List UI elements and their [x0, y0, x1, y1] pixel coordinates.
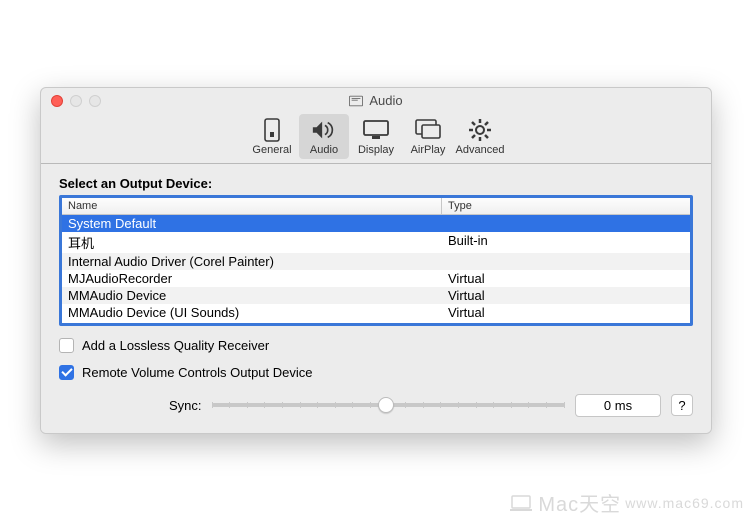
slider-knob[interactable] — [378, 397, 394, 413]
cell-name: MMAudio Device — [68, 288, 448, 303]
audio-icon — [311, 118, 337, 142]
device-table[interactable]: Name Type System Default 耳机 Built-in Int… — [59, 195, 693, 326]
toolbar-label: Display — [358, 144, 394, 156]
table-row[interactable]: 耳机 Built-in — [62, 232, 690, 253]
sync-value-field[interactable]: 0 ms — [575, 394, 661, 417]
traffic-lights — [51, 95, 101, 107]
watermark: Mac天空 www.mac69.com — [510, 488, 744, 517]
cell-type: Built-in — [448, 233, 684, 252]
window-title: Audio — [369, 93, 402, 108]
remote-volume-label: Remote Volume Controls Output Device — [82, 365, 313, 380]
cell-type — [448, 254, 684, 269]
display-icon — [363, 118, 389, 142]
section-label: Select an Output Device: — [59, 176, 693, 191]
toolbar: General Audio Display AirPlay Advanced — [41, 112, 711, 164]
cell-name: MJAudioRecorder — [68, 271, 448, 286]
column-header-name[interactable]: Name — [62, 198, 442, 214]
cell-type: Virtual — [448, 288, 684, 303]
cell-type: Virtual — [448, 271, 684, 286]
lossless-checkbox-row: Add a Lossless Quality Receiver — [59, 338, 693, 353]
table-row[interactable]: MJAudioRecorder Virtual — [62, 270, 690, 287]
preferences-window: Audio General Audio Display AirPlay — [40, 87, 712, 434]
table-row[interactable]: System Default — [62, 215, 690, 232]
cell-name: Internal Audio Driver (Corel Painter) — [68, 254, 448, 269]
sync-label: Sync: — [169, 398, 202, 413]
watermark-sub: www.mac69.com — [625, 495, 744, 511]
sync-row: Sync: 0 ms ? — [59, 394, 693, 417]
cell-type — [448, 216, 684, 231]
lossless-checkbox[interactable] — [59, 338, 74, 353]
airplay-icon — [415, 118, 441, 142]
table-row[interactable]: MMAudio Device (UI Sounds) Virtual — [62, 304, 690, 321]
window-proxy-icon — [349, 95, 363, 107]
remote-volume-checkbox[interactable] — [59, 365, 74, 380]
toolbar-label: Advanced — [456, 144, 505, 156]
toolbar-tab-audio[interactable]: Audio — [299, 114, 349, 159]
minimize-button[interactable] — [70, 95, 82, 107]
watermark-text: Mac天空 — [538, 488, 621, 517]
help-button[interactable]: ? — [671, 394, 693, 416]
table-row[interactable]: Internal Audio Driver (Corel Painter) — [62, 253, 690, 270]
zoom-button[interactable] — [89, 95, 101, 107]
cell-type: Virtual — [448, 305, 684, 320]
remote-checkbox-row: Remote Volume Controls Output Device — [59, 365, 693, 380]
toolbar-label: General — [252, 144, 291, 156]
table-header: Name Type — [62, 198, 690, 215]
cell-name: MMAudio Device (UI Sounds) — [68, 305, 448, 320]
lossless-label: Add a Lossless Quality Receiver — [82, 338, 269, 353]
toolbar-tab-general[interactable]: General — [247, 114, 297, 159]
column-header-type[interactable]: Type — [442, 198, 690, 214]
close-button[interactable] — [51, 95, 63, 107]
table-row[interactable]: MMAudio Device Virtual — [62, 287, 690, 304]
gear-icon — [467, 118, 493, 142]
toolbar-tab-advanced[interactable]: Advanced — [455, 114, 505, 159]
content-pane: Select an Output Device: Name Type Syste… — [41, 164, 711, 433]
toolbar-tab-airplay[interactable]: AirPlay — [403, 114, 453, 159]
general-icon — [259, 118, 285, 142]
cell-name: System Default — [68, 216, 448, 231]
toolbar-tab-display[interactable]: Display — [351, 114, 401, 159]
cell-name: 耳机 — [68, 233, 448, 252]
titlebar: Audio — [41, 88, 711, 112]
toolbar-label: AirPlay — [411, 144, 446, 156]
sync-slider[interactable] — [212, 403, 565, 407]
toolbar-label: Audio — [310, 144, 338, 156]
table-body: System Default 耳机 Built-in Internal Audi… — [62, 215, 690, 323]
